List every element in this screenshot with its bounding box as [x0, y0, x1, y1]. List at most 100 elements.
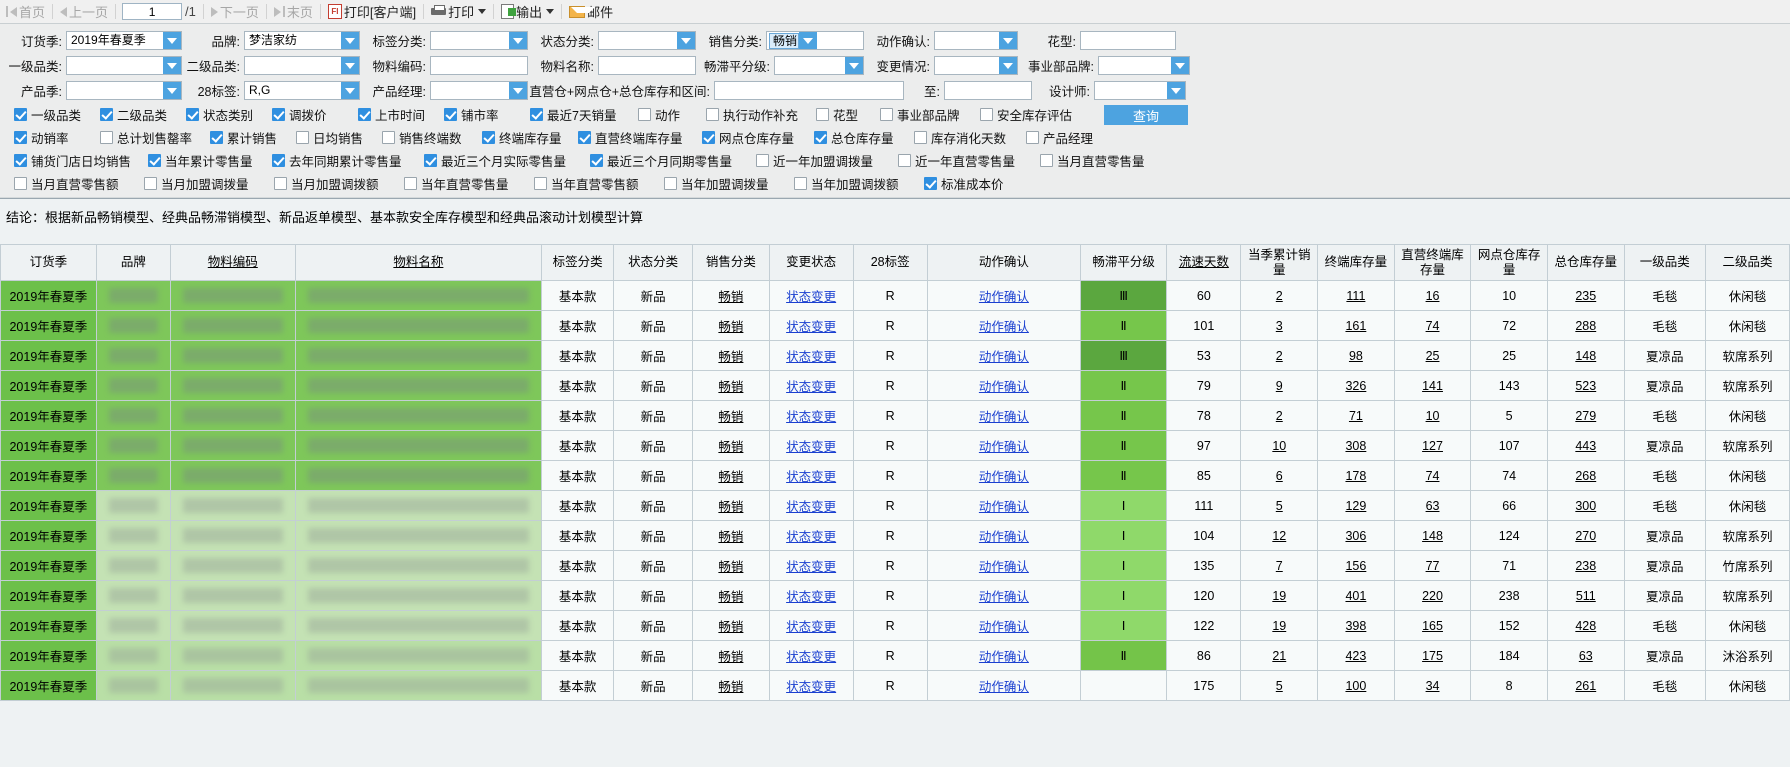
filter-dropdown[interactable] — [66, 56, 182, 75]
table-row[interactable]: 2019年春夏季 基本款 新品 畅销 状态变更 R 动作确认 Ⅲ 60 2 111 16 10 235 毛毯… — [0, 280, 1790, 311]
filter-dropdown[interactable] — [1098, 56, 1190, 75]
checkbox-unchecked-icon[interactable] — [706, 108, 719, 121]
filter-dropdown[interactable]: 2019年春夏季 — [66, 31, 182, 50]
column-header[interactable]: 28标签 — [852, 244, 928, 281]
page-number-input[interactable] — [122, 3, 183, 20]
chevron-down-icon[interactable] — [999, 57, 1017, 74]
filter-checkbox[interactable]: 状态类别 — [186, 105, 272, 124]
column-header[interactable]: 物料编码 — [170, 244, 296, 281]
column-header[interactable]: 品牌 — [95, 244, 172, 281]
filter-dropdown[interactable] — [430, 31, 528, 50]
chevron-down-icon[interactable] — [999, 32, 1017, 49]
checkbox-checked-icon[interactable] — [14, 131, 27, 144]
filter-checkbox[interactable]: 最近三个月同期零售量 — [590, 151, 756, 170]
checkbox-unchecked-icon[interactable] — [144, 177, 157, 190]
filter-checkbox[interactable]: 最近三个月实际零售量 — [424, 151, 590, 170]
last-page-button[interactable]: 末页 — [270, 1, 317, 22]
print-client-button[interactable]: FI 打印[客户端] — [324, 1, 420, 22]
filter-checkbox[interactable]: 当年加盟调拨额 — [794, 174, 924, 193]
chevron-down-icon[interactable] — [546, 9, 555, 14]
filter-text-input[interactable] — [714, 81, 904, 100]
filter-checkbox[interactable]: 当月直营零售量 — [1040, 151, 1170, 170]
filter-dropdown[interactable] — [66, 81, 182, 100]
checkbox-checked-icon[interactable] — [186, 108, 199, 121]
export-button[interactable]: 输出 — [497, 1, 558, 22]
filter-checkbox[interactable]: 销售终端数 — [382, 128, 482, 147]
chevron-down-icon[interactable] — [163, 57, 181, 74]
filter-text-input[interactable] — [430, 56, 528, 75]
column-header[interactable]: 标签分类 — [541, 244, 615, 281]
filter-checkbox[interactable]: 一级品类 — [14, 105, 100, 124]
checkbox-checked-icon[interactable] — [702, 131, 715, 144]
filter-checkbox[interactable]: 近一年加盟调拨量 — [756, 151, 898, 170]
column-header[interactable]: 当季累计销量 — [1240, 244, 1319, 281]
checkbox-unchecked-icon[interactable] — [880, 108, 893, 121]
column-header[interactable]: 二级品类 — [1705, 244, 1790, 281]
column-header[interactable]: 流速天数 — [1166, 244, 1242, 281]
filter-dropdown[interactable] — [774, 56, 864, 75]
checkbox-checked-icon[interactable] — [814, 131, 827, 144]
chevron-down-icon[interactable] — [677, 32, 695, 49]
filter-text-input[interactable] — [1080, 31, 1176, 50]
column-header[interactable]: 状态分类 — [613, 244, 694, 281]
chevron-down-icon[interactable] — [163, 32, 181, 49]
checkbox-checked-icon[interactable] — [272, 108, 285, 121]
filter-checkbox[interactable]: 近一年直营零售量 — [898, 151, 1040, 170]
filter-checkbox[interactable]: 标准成本价 — [924, 174, 1034, 193]
data-grid-container[interactable]: 订货季 品牌 物料编码 物料名称 标签分类 状态分类 销售分类 变更状态 28标签 动作确认 畅滞平… — [0, 244, 1790, 767]
checkbox-checked-icon[interactable] — [924, 177, 937, 190]
column-header[interactable]: 动作确认 — [926, 244, 1082, 281]
filter-checkbox[interactable]: 动作 — [638, 105, 706, 124]
chevron-down-icon[interactable] — [341, 82, 359, 99]
filter-dropdown[interactable] — [934, 56, 1018, 75]
checkbox-unchecked-icon[interactable] — [914, 131, 927, 144]
filter-checkbox[interactable]: 产品经理 — [1026, 128, 1116, 147]
filter-checkbox[interactable]: 当月直营零售额 — [14, 174, 144, 193]
filter-checkbox[interactable]: 库存消化天数 — [914, 128, 1026, 147]
chevron-down-icon[interactable] — [1167, 82, 1185, 99]
filter-checkbox[interactable]: 终端库存量 — [482, 128, 578, 147]
first-page-button[interactable]: 首页 — [2, 1, 49, 22]
checkbox-checked-icon[interactable] — [590, 154, 603, 167]
filter-checkbox[interactable]: 调拨价 — [272, 105, 358, 124]
filter-checkbox[interactable]: 二级品类 — [100, 105, 186, 124]
checkbox-checked-icon[interactable] — [530, 108, 543, 121]
checkbox-unchecked-icon[interactable] — [898, 154, 911, 167]
chevron-down-icon[interactable] — [799, 32, 817, 49]
checkbox-checked-icon[interactable] — [148, 154, 161, 167]
table-row[interactable]: 2019年春夏季 基本款 新品 畅销 状态变更 R 动作确认 Ⅰ 111 5 129 63 66 300 毛… — [0, 490, 1790, 521]
filter-dropdown[interactable] — [1094, 81, 1186, 100]
filter-checkbox[interactable]: 当年直营零售额 — [534, 174, 664, 193]
chevron-down-icon[interactable] — [163, 82, 181, 99]
chevron-down-icon[interactable] — [1171, 57, 1189, 74]
column-header[interactable]: 一级品类 — [1623, 244, 1707, 281]
chevron-down-icon[interactable] — [845, 57, 863, 74]
filter-checkbox[interactable]: 去年同期累计零售量 — [272, 151, 424, 170]
column-header[interactable]: 变更状态 — [768, 244, 854, 281]
chevron-down-icon[interactable] — [341, 32, 359, 49]
column-header[interactable]: 销售分类 — [692, 244, 770, 281]
table-row[interactable]: 2019年春夏季 基本款 新品 畅销 状态变更 R 动作确认 Ⅱ 101 3 161 74 72 288 毛… — [0, 310, 1790, 341]
checkbox-unchecked-icon[interactable] — [816, 108, 829, 121]
filter-checkbox[interactable]: 网点仓库存量 — [702, 128, 814, 147]
table-row[interactable]: 2019年春夏季 基本款 新品 畅销 状态变更 R 动作确认 Ⅱ 85 6 178 74 74 268 毛毯… — [0, 460, 1790, 491]
filter-checkbox[interactable]: 当月加盟调拨额 — [274, 174, 404, 193]
chevron-down-icon[interactable] — [509, 32, 527, 49]
checkbox-unchecked-icon[interactable] — [664, 177, 677, 190]
filter-checkbox[interactable]: 花型 — [816, 105, 880, 124]
filter-dropdown[interactable] — [934, 31, 1018, 50]
filter-text-input[interactable] — [944, 81, 1032, 100]
table-row[interactable]: 2019年春夏季 基本款 新品 畅销 状态变更 R 动作确认 Ⅲ 53 2 98 25 25 148 夏凉品… — [0, 340, 1790, 371]
print-button[interactable]: 打印 — [427, 1, 490, 22]
chevron-down-icon[interactable] — [509, 82, 527, 99]
checkbox-unchecked-icon[interactable] — [296, 131, 309, 144]
filter-dropdown[interactable] — [598, 31, 696, 50]
filter-checkbox[interactable]: 总计划售罄率 — [100, 128, 210, 147]
checkbox-checked-icon[interactable] — [100, 108, 113, 121]
checkbox-unchecked-icon[interactable] — [14, 177, 27, 190]
filter-checkbox[interactable]: 安全库存评估 — [980, 105, 1090, 124]
table-row[interactable]: 2019年春夏季 基本款 新品 畅销 状态变更 R 动作确认 Ⅱ 78 2 71 10 5 279 毛毯 休闲… — [0, 400, 1790, 431]
checkbox-checked-icon[interactable] — [424, 154, 437, 167]
filter-dropdown[interactable]: R,G — [244, 81, 360, 100]
checkbox-checked-icon[interactable] — [358, 108, 371, 121]
